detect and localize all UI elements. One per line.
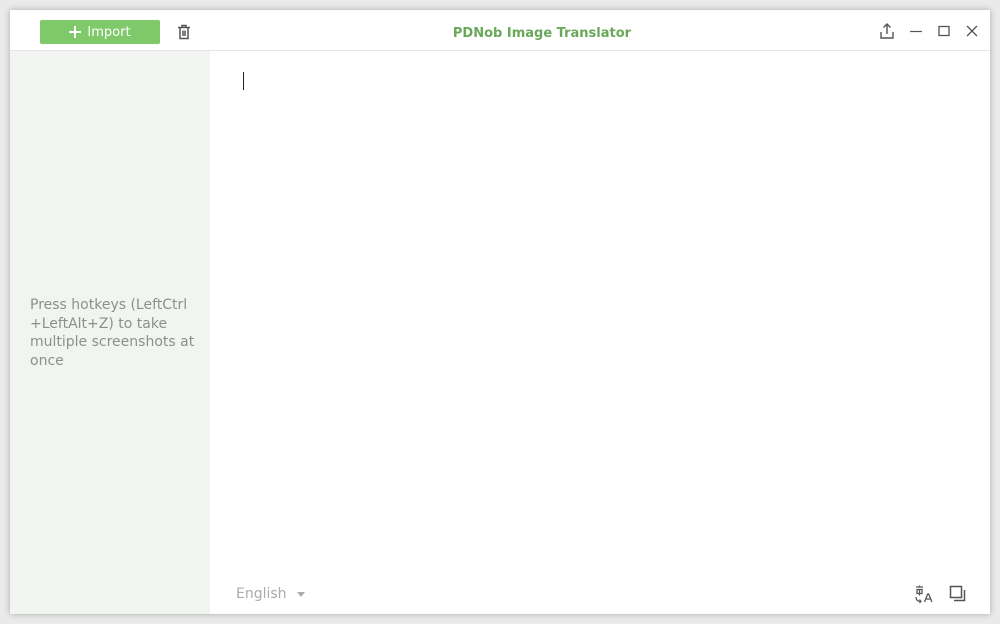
window-title: PDNob Image Translator xyxy=(452,26,632,41)
chevron-down-icon xyxy=(296,591,305,597)
title-bar: Import PDNob Image Translator xyxy=(10,10,990,51)
close-icon[interactable] xyxy=(963,22,981,40)
share-icon[interactable] xyxy=(878,22,896,40)
minimize-icon[interactable] xyxy=(907,22,925,40)
trash-icon[interactable] xyxy=(175,23,193,41)
text-caret xyxy=(243,72,244,90)
image-list-sidebar[interactable]: Press hotkeys (LeftCtrl +LeftAlt+Z) to t… xyxy=(10,51,210,614)
plus-icon xyxy=(69,26,82,38)
translate-icon[interactable] xyxy=(914,584,934,604)
import-button[interactable]: Import xyxy=(40,20,160,44)
hotkey-hint: Press hotkeys (LeftCtrl +LeftAlt+Z) to t… xyxy=(30,297,195,369)
app-window: Import PDNob Image Translator Press hotk… xyxy=(10,10,990,614)
text-editor[interactable] xyxy=(210,51,990,571)
import-button-label: Import xyxy=(87,24,131,40)
language-select[interactable]: English xyxy=(236,584,305,604)
bottom-bar: English xyxy=(210,571,990,614)
maximize-icon[interactable] xyxy=(935,22,953,40)
copy-icon[interactable] xyxy=(948,584,968,604)
language-select-value: English xyxy=(236,586,287,602)
